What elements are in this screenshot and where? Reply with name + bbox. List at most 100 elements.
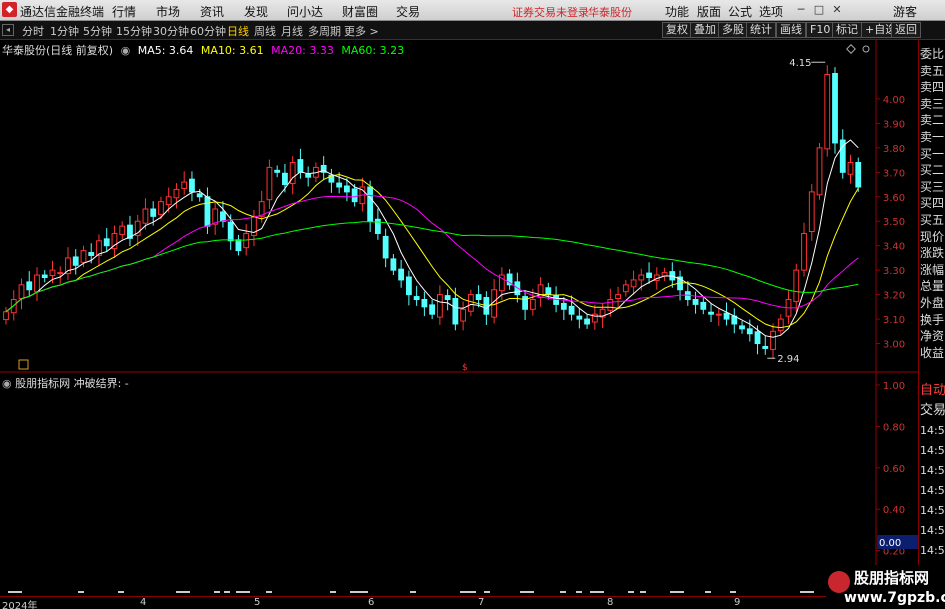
- candle[interactable]: [26, 271, 33, 297]
- candle[interactable]: [630, 270, 637, 295]
- collapse-icon[interactable]: ◂: [2, 24, 14, 36]
- candle[interactable]: [785, 290, 792, 324]
- candle[interactable]: [72, 249, 79, 275]
- candle[interactable]: [591, 304, 598, 330]
- candle[interactable]: [436, 285, 443, 325]
- candle[interactable]: [429, 299, 436, 320]
- menu-gongneng[interactable]: 功能: [665, 3, 689, 20]
- event-marker-icon[interactable]: [18, 359, 29, 370]
- candle[interactable]: [3, 306, 9, 325]
- menu-faxian[interactable]: 发现: [244, 3, 268, 20]
- candle[interactable]: [328, 168, 335, 193]
- candle[interactable]: [537, 277, 544, 307]
- ma-settings-icon[interactable]: ◉: [121, 44, 131, 57]
- candle[interactable]: [196, 188, 203, 202]
- menu-gongshi[interactable]: 公式: [728, 3, 752, 20]
- candle[interactable]: [615, 286, 621, 308]
- side-bottom-item-0[interactable]: 自动: [920, 382, 945, 401]
- candle[interactable]: [398, 259, 405, 288]
- candle[interactable]: [832, 67, 838, 154]
- candle[interactable]: [134, 214, 141, 247]
- period-15min[interactable]: 15分钟: [116, 23, 152, 39]
- candle[interactable]: [189, 171, 195, 202]
- candle[interactable]: [367, 180, 374, 232]
- candle[interactable]: [18, 278, 25, 310]
- indicator-name[interactable]: 股朋指标网: [15, 377, 70, 390]
- candle[interactable]: [413, 285, 420, 306]
- menu-jiaoyi[interactable]: 交易: [396, 3, 420, 20]
- candle[interactable]: [320, 156, 327, 181]
- candle[interactable]: [824, 65, 831, 157]
- candle[interactable]: [700, 297, 707, 315]
- diamond-icon[interactable]: [846, 44, 856, 54]
- candle[interactable]: [855, 157, 862, 192]
- candle[interactable]: [405, 270, 412, 306]
- menu-shichang[interactable]: 市场: [156, 3, 180, 20]
- menu-banmian[interactable]: 版面: [697, 3, 721, 20]
- candle[interactable]: [731, 308, 738, 334]
- menu-caifuquan[interactable]: 财富圈: [342, 3, 378, 20]
- btn-huaxian[interactable]: 画线: [776, 22, 806, 38]
- candle[interactable]: [506, 269, 513, 290]
- candle[interactable]: [677, 270, 683, 301]
- maximize-icon[interactable]: □: [812, 3, 826, 17]
- indicator-settings-icon[interactable]: ◉: [2, 377, 12, 390]
- candle[interactable]: [390, 254, 397, 276]
- candle[interactable]: [289, 156, 296, 195]
- candle[interactable]: [460, 301, 467, 331]
- candle[interactable]: [212, 202, 219, 235]
- candle[interactable]: [111, 225, 118, 258]
- candle[interactable]: [622, 279, 629, 297]
- period-5min[interactable]: 5分钟: [83, 23, 112, 39]
- candle[interactable]: [839, 129, 846, 179]
- period-multi[interactable]: 多周期: [308, 23, 341, 39]
- candle[interactable]: [127, 215, 133, 247]
- candle[interactable]: [584, 314, 590, 329]
- candle[interactable]: [266, 159, 273, 209]
- period-monthly[interactable]: 月线: [281, 23, 303, 39]
- period-weekly[interactable]: 周线: [254, 23, 276, 39]
- candle[interactable]: [382, 228, 389, 268]
- candle[interactable]: [816, 142, 823, 200]
- circle-icon[interactable]: [862, 45, 870, 53]
- candle[interactable]: [34, 267, 40, 301]
- period-30min[interactable]: 30分钟: [153, 23, 189, 39]
- candle[interactable]: [204, 187, 211, 234]
- btn-f10[interactable]: F10: [806, 22, 835, 38]
- period-1min[interactable]: 1分钟: [50, 23, 79, 39]
- candle[interactable]: [847, 154, 854, 184]
- btn-biaoji[interactable]: 标记: [832, 22, 862, 38]
- login-notice[interactable]: 证券交易未登录: [512, 4, 589, 20]
- side-bottom-item-1[interactable]: 交易: [920, 402, 945, 421]
- candle[interactable]: [777, 314, 784, 336]
- period-daily[interactable]: 日线: [227, 23, 249, 39]
- user-label[interactable]: 游客: [893, 3, 917, 20]
- btn-tongji[interactable]: 统计: [746, 22, 776, 38]
- candle[interactable]: [65, 247, 71, 280]
- candle[interactable]: [173, 183, 180, 209]
- candle[interactable]: [41, 270, 48, 283]
- minimize-icon[interactable]: ─: [794, 3, 808, 17]
- btn-fuquan[interactable]: 复权: [662, 22, 692, 38]
- candle[interactable]: [444, 289, 451, 311]
- candle[interactable]: [467, 289, 474, 317]
- candle[interactable]: [297, 148, 304, 179]
- candle[interactable]: [181, 171, 188, 195]
- close-icon[interactable]: ✕: [830, 3, 844, 17]
- candle[interactable]: [522, 290, 529, 321]
- candle[interactable]: [646, 262, 652, 284]
- candle[interactable]: [692, 291, 699, 314]
- candle[interactable]: [235, 234, 242, 256]
- candle[interactable]: [103, 228, 110, 253]
- candle[interactable]: [274, 165, 281, 178]
- candle[interactable]: [305, 166, 312, 187]
- btn-fanhui[interactable]: 返回: [891, 22, 921, 38]
- candle[interactable]: [251, 209, 257, 247]
- candle[interactable]: [421, 291, 428, 317]
- period-fenshi[interactable]: 分时: [22, 23, 44, 39]
- menu-xuanxiang[interactable]: 选项: [759, 3, 783, 20]
- candle[interactable]: [770, 323, 776, 359]
- candle[interactable]: [723, 302, 730, 326]
- menu-zixun[interactable]: 资讯: [200, 3, 224, 20]
- candle[interactable]: [801, 222, 807, 277]
